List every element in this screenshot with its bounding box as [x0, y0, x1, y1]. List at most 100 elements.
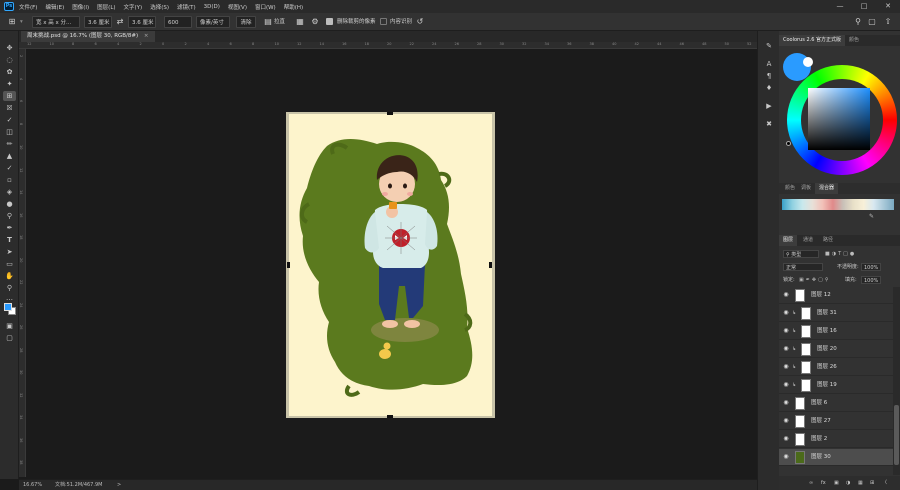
layer-row[interactable]: ◉ 图层 30	[779, 449, 893, 466]
swap-dimensions-icon[interactable]: ⇄	[114, 16, 126, 28]
quick-mask-icon[interactable]: ▣	[3, 321, 16, 331]
tab-channels[interactable]: 通道	[799, 235, 817, 246]
chevron-down-icon[interactable]: ▾	[20, 16, 23, 28]
menu-window[interactable]: 窗口(W)	[255, 3, 276, 11]
more-tools-icon[interactable]: …	[3, 293, 16, 303]
menu-layer[interactable]: 图层(L)	[97, 3, 115, 11]
adjustment-icon[interactable]: ◑	[846, 479, 850, 487]
blend-mode-select[interactable]: 正常	[783, 263, 823, 271]
delete-icon[interactable]: 〈	[882, 479, 887, 487]
status-menu-arrow[interactable]: >	[117, 480, 121, 490]
document-tab[interactable]: 周末挑战.psd @ 16.7% (图层 30, RGB/8#) ×	[21, 31, 155, 42]
menu-view[interactable]: 视图(V)	[228, 3, 247, 11]
layer-filter-select[interactable]: ⚲ 类型	[783, 250, 819, 258]
move-tool-icon[interactable]: ✥	[3, 43, 16, 53]
group-icon[interactable]: ▦	[858, 479, 863, 487]
menu-file[interactable]: 文件(F)	[19, 3, 37, 11]
hand-tool-icon[interactable]: ✋	[3, 271, 16, 281]
screen-mode-icon[interactable]: ▢	[3, 333, 16, 343]
quick-select-tool-icon[interactable]: ✦	[3, 79, 16, 89]
document-canvas[interactable]	[289, 114, 492, 416]
minimize-icon[interactable]: —	[828, 0, 852, 13]
zoom-tool-icon[interactable]: ⚲	[3, 283, 16, 293]
visibility-eye-icon[interactable]: ◉	[783, 327, 789, 335]
photoshop-logo-icon[interactable]: Ps	[4, 2, 14, 11]
saturation-value-square[interactable]	[808, 88, 870, 150]
reset-icon[interactable]: ↺	[414, 16, 426, 28]
menu-type[interactable]: 文字(Y)	[124, 3, 143, 11]
layers-scroll-thumb[interactable]	[894, 405, 899, 465]
layer-row[interactable]: ◉ ↳ 图层 31	[779, 305, 893, 322]
foreground-color-swatch[interactable]	[4, 303, 12, 311]
type-tool-icon[interactable]: T	[3, 235, 16, 245]
path-select-tool-icon[interactable]: ➤	[3, 247, 16, 257]
close-tab-icon[interactable]: ×	[144, 33, 149, 39]
visibility-eye-icon[interactable]: ◉	[783, 309, 789, 317]
layer-row[interactable]: ◉ ↳ 图层 19	[779, 377, 893, 394]
marquee-tool-icon[interactable]: ◌	[3, 55, 16, 65]
secondary-color-swatch[interactable]	[803, 57, 813, 67]
overlay-grid-icon[interactable]: ▦	[294, 16, 306, 28]
lock-icons[interactable]: ▣✒✥▢⚲	[799, 276, 831, 284]
tab-layers[interactable]: 图层	[779, 235, 798, 246]
layer-filter-icons[interactable]: ■◑T□●	[825, 250, 856, 258]
clear-button[interactable]: 清除	[236, 16, 256, 28]
visibility-eye-icon[interactable]: ◉	[783, 435, 789, 443]
subtab-mixer[interactable]: 混合器	[815, 183, 839, 194]
crop-ratio-select[interactable]: 宽 x 高 x 分...	[32, 16, 80, 28]
paragraph-panel-icon[interactable]: ¶	[763, 71, 775, 81]
search-icon[interactable]: ⚲	[852, 16, 864, 28]
tab-color[interactable]: 颜色	[845, 35, 863, 46]
opacity-field[interactable]: 100%	[861, 263, 882, 271]
menu-image[interactable]: 图像(I)	[72, 3, 89, 11]
crop-handle-top[interactable]	[387, 112, 393, 115]
layer-row[interactable]: ◉ 图层 6	[779, 395, 893, 412]
mixer-tools-icon[interactable]: ✎	[869, 213, 874, 220]
resolution-field[interactable]: 600	[164, 16, 192, 28]
dodge-tool-icon[interactable]: ⚲	[3, 211, 16, 221]
color-mixer-strip[interactable]	[782, 199, 894, 210]
visibility-eye-icon[interactable]: ◉	[783, 453, 789, 461]
brush-tool-icon[interactable]: ✏	[3, 139, 16, 149]
menu-select[interactable]: 选择(S)	[150, 3, 169, 11]
tools-panel-icon[interactable]: ✖	[763, 119, 775, 129]
menu-help[interactable]: 帮助(H)	[284, 3, 303, 11]
eyedropper-tool-icon[interactable]: ✓	[3, 115, 16, 125]
actions-panel-icon[interactable]: ▶	[763, 101, 775, 111]
wheel-bw-icon[interactable]	[786, 141, 791, 146]
new-layer-icon[interactable]: ⊞	[870, 479, 874, 487]
settings-gear-icon[interactable]: ⚙	[309, 16, 321, 28]
layer-row[interactable]: ◉ 图层 2	[779, 431, 893, 448]
zoom-level[interactable]: 16.67%	[23, 480, 42, 490]
fx-icon[interactable]: fx	[821, 479, 826, 487]
visibility-eye-icon[interactable]: ◉	[783, 399, 789, 407]
link-icon[interactable]: ∞	[809, 479, 813, 487]
maximize-icon[interactable]: □	[852, 0, 876, 13]
menu-filter[interactable]: 滤镜(T)	[177, 3, 196, 11]
character-panel-icon[interactable]: A	[763, 59, 775, 69]
crop-handle-bottom[interactable]	[387, 415, 393, 418]
workspace-icon[interactable]: ▢	[866, 16, 878, 28]
layer-row[interactable]: ◉ 图层 27	[779, 413, 893, 430]
crop-height-field[interactable]: 3.6 厘米	[128, 16, 156, 28]
shape-tool-icon[interactable]: ▭	[3, 259, 16, 269]
mask-icon[interactable]: ▣	[834, 479, 839, 487]
menu-3d[interactable]: 3D(D)	[204, 4, 220, 10]
straighten-label[interactable]: 拉直	[274, 16, 285, 28]
history-brush-tool-icon[interactable]: ✓	[3, 163, 16, 173]
tab-paths[interactable]: 路径	[819, 235, 837, 246]
fill-field[interactable]: 100%	[861, 276, 882, 284]
layer-row[interactable]: ◉ ↳ 图层 20	[779, 341, 893, 358]
frame-tool-icon[interactable]: ☒	[3, 103, 16, 113]
lasso-tool-icon[interactable]: ✿	[3, 67, 16, 77]
blur-tool-icon[interactable]: ●	[3, 199, 16, 209]
glyphs-panel-icon[interactable]: ♦	[763, 83, 775, 93]
visibility-eye-icon[interactable]: ◉	[783, 291, 789, 299]
share-icon[interactable]: ⇧	[882, 16, 894, 28]
subtab-palette[interactable]: 调板	[797, 183, 815, 194]
tab-coolorus[interactable]: Coolorus 2.6 官方正式版	[779, 35, 846, 46]
layer-row[interactable]: ◉ 图层 12	[779, 287, 893, 304]
straighten-icon[interactable]: ▤	[262, 16, 274, 28]
crop-tool-icon[interactable]: ⊞	[3, 91, 16, 101]
visibility-eye-icon[interactable]: ◉	[783, 381, 789, 389]
